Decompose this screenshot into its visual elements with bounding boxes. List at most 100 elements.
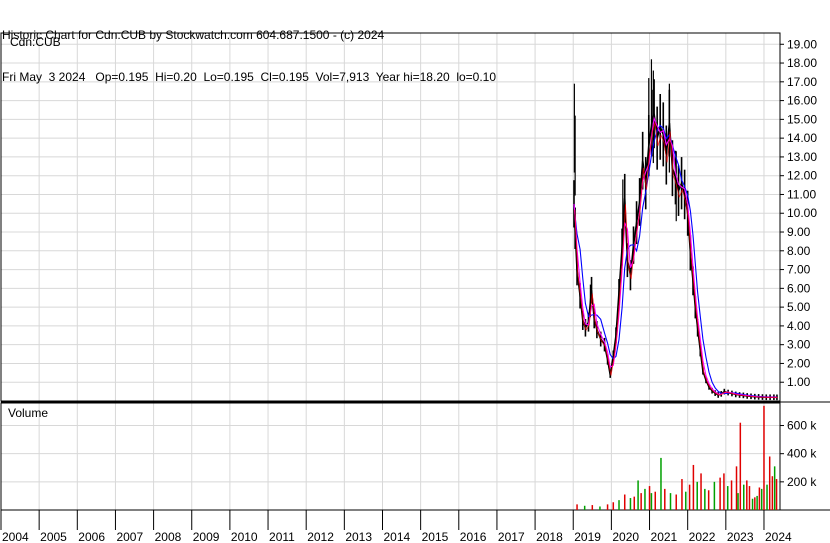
volume-bar <box>618 500 620 510</box>
volume-bar <box>675 494 677 510</box>
x-tick-label: 2007 <box>116 530 143 543</box>
volume-axis-ticks: 200 k 400 k 600 k <box>780 419 817 489</box>
header-title: Historic Chart for Cdn:CUB by Stockwatch… <box>2 28 385 42</box>
volume-bar <box>606 504 609 510</box>
volume-bar <box>692 464 695 510</box>
volume-bar <box>704 488 706 510</box>
volume-bar <box>758 487 761 510</box>
volume-bar <box>637 480 639 510</box>
y-tick-label: 1.00 <box>787 375 811 389</box>
volume-bar <box>633 496 636 510</box>
y-tick-label: 2.00 <box>787 356 811 370</box>
x-tick-label: 2006 <box>78 530 105 543</box>
y-tick-label: 17.00 <box>787 75 817 89</box>
x-tick-label: 2015 <box>422 530 449 543</box>
y-tick-label: 18.00 <box>787 56 817 70</box>
x-tick-label: 2019 <box>574 530 601 543</box>
volume-bar <box>723 473 725 510</box>
volume-bar <box>648 486 651 510</box>
header-quote: Fri May 3 2024 Op=0.195 Hi=0.20 Lo=0.195… <box>2 70 497 84</box>
volume-bar <box>654 491 657 510</box>
volume-bar <box>737 493 739 510</box>
volume-bar <box>669 493 672 510</box>
x-tick-label: 2005 <box>40 530 67 543</box>
price-axis-ticks: 1.00 2.00 3.00 4.00 5.00 6.00 7.00 8.00 9.00 10.0… <box>780 37 817 389</box>
x-tick-label: 2018 <box>536 530 563 543</box>
y-tick-label: 3.00 <box>787 338 811 352</box>
volume-panel-frame <box>0 402 781 511</box>
volume-bar <box>756 495 758 510</box>
x-tick-label: 2010 <box>231 530 258 543</box>
volume-bar <box>681 479 683 510</box>
y-tick-label: 7.00 <box>787 263 811 277</box>
volume-bar <box>751 498 754 510</box>
x-tick-label: 2012 <box>307 530 334 543</box>
x-tick-label: 2023 <box>727 530 754 543</box>
volume-bar <box>763 405 765 510</box>
y-tick-label: 8.00 <box>787 244 811 258</box>
volume-bar <box>640 493 642 510</box>
volume-bar <box>576 504 578 510</box>
volume-bar <box>726 486 729 510</box>
x-tick-label: 2016 <box>460 530 487 543</box>
y-tick-label: 19.00 <box>787 37 817 51</box>
price-series <box>573 59 778 401</box>
volume-bar <box>730 480 733 510</box>
x-tick-label: 2022 <box>689 530 716 543</box>
y-tick-label: 9.00 <box>787 225 811 239</box>
x-tick-label: 2021 <box>651 530 678 543</box>
volume-bar <box>629 498 632 510</box>
x-tick-label: 2013 <box>345 530 372 543</box>
volume-bar <box>713 481 716 510</box>
y-tick-label: 4.00 <box>787 319 811 333</box>
volume-bar <box>719 477 721 510</box>
volume-bar <box>650 493 653 510</box>
y-tick-label: 13.00 <box>787 150 817 164</box>
volume-bar <box>773 466 776 510</box>
x-tick-label: 2020 <box>612 530 639 543</box>
volume-bar <box>685 491 687 510</box>
volume-bar <box>771 476 774 510</box>
volume-bar <box>707 490 710 510</box>
volume-bar <box>688 484 691 510</box>
y-tick-label: 15.00 <box>787 112 817 126</box>
x-tick-label: 2017 <box>498 530 525 543</box>
y-tick-label: 5.00 <box>787 300 811 314</box>
volume-bar <box>696 481 698 510</box>
x-tick-label: 2008 <box>155 530 182 543</box>
volume-bar <box>746 480 748 510</box>
x-tick-label: 2014 <box>383 530 410 543</box>
x-tick-label: 2009 <box>193 530 220 543</box>
y-tick-label: 14.00 <box>787 131 817 145</box>
volume-bar <box>739 422 742 510</box>
y-tick-label: 11.00 <box>787 187 816 201</box>
volume-bar <box>660 457 662 510</box>
x-tick-label: 2011 <box>269 530 295 543</box>
volume-bar <box>599 506 601 510</box>
x-tick-label: 2024 <box>765 530 792 543</box>
volume-bar <box>743 484 745 510</box>
volume-bars <box>576 405 778 510</box>
chart-header: Historic Chart for Cdn:CUB by Stockwatch… <box>2 0 496 98</box>
volume-bar <box>700 473 702 510</box>
y-tick-label: 6.00 <box>787 281 811 295</box>
x-tick-label: 2004 <box>2 530 29 543</box>
volume-bar <box>775 479 778 510</box>
volume-tick-label: 600 k <box>787 419 817 433</box>
volume-bar <box>583 505 586 510</box>
x-axis-ticks: 2004 2005 2006 2007 2008 2009 2010 2011 2012 2013… <box>0 510 792 543</box>
volume-bar <box>754 497 756 510</box>
volume-tick-label: 400 k <box>787 447 817 461</box>
volume-bar <box>768 456 771 510</box>
volume-bar <box>623 494 626 510</box>
volume-bar <box>612 502 615 510</box>
volume-bar <box>748 486 751 510</box>
volume-bar <box>591 505 594 510</box>
volume-bar <box>760 488 763 510</box>
volume-bar <box>735 466 738 510</box>
volume-bar <box>766 484 768 510</box>
volume-bar <box>664 488 666 510</box>
volume-bar <box>644 488 646 510</box>
volume-tick-label: 200 k <box>787 475 817 489</box>
y-tick-label: 16.00 <box>787 94 817 108</box>
